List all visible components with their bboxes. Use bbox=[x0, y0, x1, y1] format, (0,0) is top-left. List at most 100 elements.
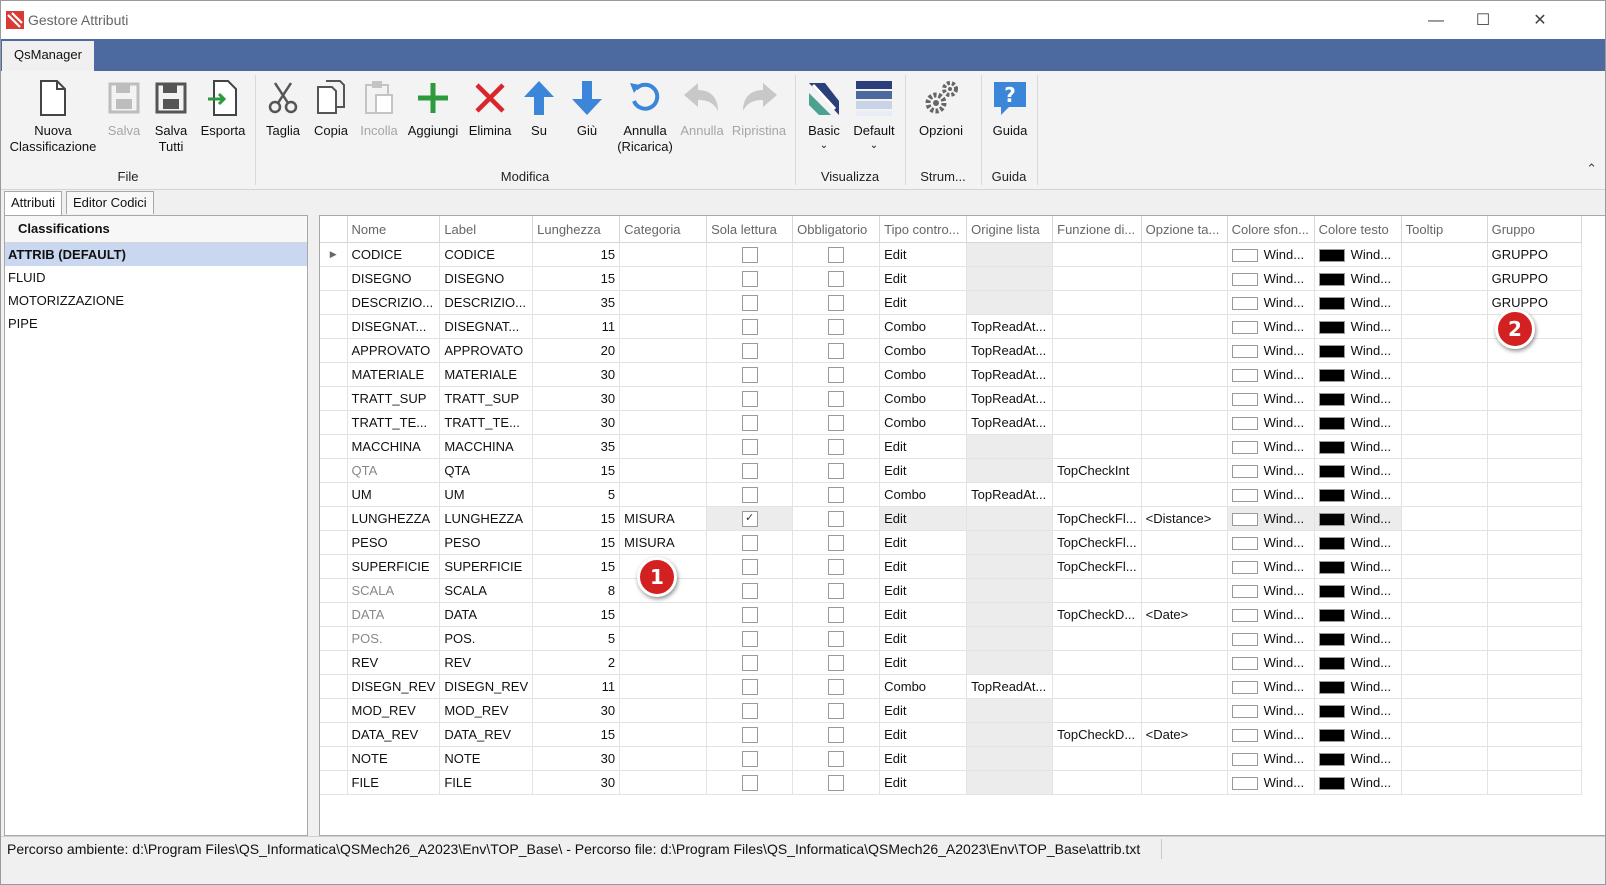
cell-categoria[interactable]: MISURA bbox=[619, 530, 708, 555]
cell-colore-testo[interactable]: Wind... bbox=[1314, 242, 1402, 267]
cell-tooltip[interactable] bbox=[1401, 242, 1488, 267]
cell-colore-testo[interactable]: Wind... bbox=[1314, 314, 1402, 339]
cell-obbligatorio[interactable] bbox=[792, 554, 881, 579]
cell-nome[interactable]: MOD_REV bbox=[347, 698, 441, 723]
table-row[interactable]: DISEGNAT... DISEGNAT... 11 Combo TopReadAt..… bbox=[320, 314, 1582, 339]
cell-nome[interactable]: TRATT_SUP bbox=[347, 386, 441, 411]
cell-sola-lettura[interactable] bbox=[706, 674, 794, 699]
cell-tipo-controllo[interactable]: Edit bbox=[879, 698, 968, 723]
cell-funzione[interactable] bbox=[1052, 626, 1142, 651]
cell-lunghezza[interactable]: 11 bbox=[532, 674, 621, 699]
cell-tipo-controllo[interactable]: Edit bbox=[879, 266, 968, 291]
cell-colore-testo[interactable]: Wind... bbox=[1314, 602, 1402, 627]
cell-colore-sfondo[interactable]: Wind... bbox=[1227, 506, 1315, 531]
cell-categoria[interactable] bbox=[619, 242, 708, 267]
cell-obbligatorio[interactable] bbox=[792, 362, 881, 387]
cell-sola-lettura[interactable] bbox=[706, 362, 794, 387]
cell-colore-testo[interactable]: Wind... bbox=[1314, 338, 1402, 363]
cell-label[interactable]: PESO bbox=[439, 530, 534, 555]
readonly-checkbox[interactable] bbox=[741, 318, 758, 335]
table-row[interactable]: MOD_REV MOD_REV 30 Edit Wind... Wind... bbox=[320, 698, 1582, 723]
table-row[interactable]: APPROVATO APPROVATO 20 Combo TopReadAt... Win… bbox=[320, 338, 1582, 363]
redo-button[interactable]: Ripristina bbox=[729, 79, 789, 139]
cell-nome[interactable]: DISEGNO bbox=[347, 266, 441, 291]
cell-lunghezza[interactable]: 15 bbox=[532, 506, 621, 531]
cell-nome[interactable]: QTA bbox=[347, 458, 441, 483]
cell-gruppo[interactable] bbox=[1487, 578, 1582, 603]
cell-obbligatorio[interactable] bbox=[792, 458, 881, 483]
cell-origine-lista[interactable] bbox=[966, 530, 1054, 555]
cell-tooltip[interactable] bbox=[1401, 650, 1488, 675]
column-header[interactable]: Categoria bbox=[619, 216, 708, 243]
cell-colore-testo[interactable]: Wind... bbox=[1314, 626, 1402, 651]
cell-gruppo[interactable] bbox=[1487, 698, 1582, 723]
cell-opzione[interactable] bbox=[1141, 674, 1228, 699]
required-checkbox[interactable] bbox=[828, 750, 845, 767]
cell-funzione[interactable] bbox=[1052, 338, 1142, 363]
required-checkbox[interactable] bbox=[828, 630, 845, 647]
column-header[interactable]: Tipo contro... bbox=[879, 216, 968, 243]
table-row[interactable]: LUNGHEZZA LUNGHEZZA 15 MISURA ✓ Edit TopCheckF… bbox=[320, 506, 1582, 531]
cell-categoria[interactable] bbox=[619, 386, 708, 411]
cell-opzione[interactable] bbox=[1141, 362, 1228, 387]
cell-gruppo[interactable]: GRUPPO bbox=[1487, 266, 1582, 291]
readonly-checkbox[interactable] bbox=[741, 702, 758, 719]
cell-gruppo[interactable] bbox=[1487, 674, 1582, 699]
cell-tipo-controllo[interactable]: Combo bbox=[879, 362, 968, 387]
readonly-checkbox[interactable] bbox=[741, 486, 758, 503]
cell-obbligatorio[interactable] bbox=[792, 506, 881, 531]
cell-colore-sfondo[interactable]: Wind... bbox=[1227, 746, 1315, 771]
classification-item[interactable]: FLUID bbox=[5, 266, 307, 289]
cell-label[interactable]: DATA_REV bbox=[439, 722, 534, 747]
readonly-checkbox[interactable] bbox=[741, 654, 758, 671]
readonly-checkbox[interactable] bbox=[741, 246, 758, 263]
cell-funzione[interactable] bbox=[1052, 434, 1142, 459]
column-header[interactable]: Opzione ta... bbox=[1141, 216, 1228, 243]
required-checkbox[interactable] bbox=[828, 534, 845, 551]
cell-tipo-controllo[interactable]: Edit bbox=[879, 530, 968, 555]
required-checkbox[interactable] bbox=[828, 774, 845, 791]
cell-categoria[interactable] bbox=[619, 290, 708, 315]
required-checkbox[interactable] bbox=[828, 510, 845, 527]
cell-tooltip[interactable] bbox=[1401, 338, 1488, 363]
cell-gruppo[interactable]: GRUPPO bbox=[1487, 242, 1582, 267]
table-row[interactable]: QTA QTA 15 Edit TopCheckInt Wind... Wind... bbox=[320, 458, 1582, 483]
readonly-checkbox[interactable] bbox=[741, 630, 758, 647]
cell-funzione[interactable]: TopCheckFl... bbox=[1052, 530, 1142, 555]
cell-obbligatorio[interactable] bbox=[792, 722, 881, 747]
cell-tooltip[interactable] bbox=[1401, 602, 1488, 627]
cell-funzione[interactable] bbox=[1052, 242, 1142, 267]
required-checkbox[interactable] bbox=[828, 654, 845, 671]
cell-colore-testo[interactable]: Wind... bbox=[1314, 554, 1402, 579]
cell-funzione[interactable]: TopCheckFl... bbox=[1052, 554, 1142, 579]
cell-lunghezza[interactable]: 5 bbox=[532, 626, 621, 651]
reload-button[interactable]: Annulla (Ricarica) bbox=[613, 79, 677, 155]
cell-tipo-controllo[interactable]: Combo bbox=[879, 386, 968, 411]
required-checkbox[interactable] bbox=[828, 390, 845, 407]
cell-label[interactable]: SCALA bbox=[439, 578, 534, 603]
column-header[interactable]: Lunghezza bbox=[532, 216, 621, 243]
cell-origine-lista[interactable]: TopReadAt... bbox=[966, 362, 1054, 387]
table-row[interactable]: MACCHINA MACCHINA 35 Edit Wind... Wind... bbox=[320, 434, 1582, 459]
cell-tooltip[interactable] bbox=[1401, 698, 1488, 723]
cell-sola-lettura[interactable] bbox=[706, 770, 794, 795]
cell-gruppo[interactable] bbox=[1487, 746, 1582, 771]
cell-label[interactable]: SUPERFICIE bbox=[439, 554, 534, 579]
cell-origine-lista[interactable]: TopReadAt... bbox=[966, 482, 1054, 507]
cell-opzione[interactable] bbox=[1141, 458, 1228, 483]
classification-item[interactable]: PIPE bbox=[5, 312, 307, 335]
cell-colore-testo[interactable]: Wind... bbox=[1314, 362, 1402, 387]
readonly-checkbox[interactable] bbox=[741, 678, 758, 695]
cell-colore-testo[interactable]: Wind... bbox=[1314, 674, 1402, 699]
undo-button[interactable]: Annulla bbox=[679, 79, 725, 139]
cell-opzione[interactable] bbox=[1141, 290, 1228, 315]
new-classification-button[interactable]: Nuova Classificazione bbox=[7, 79, 99, 155]
cell-gruppo[interactable] bbox=[1487, 650, 1582, 675]
cell-origine-lista[interactable]: TopReadAt... bbox=[966, 338, 1054, 363]
cell-funzione[interactable] bbox=[1052, 290, 1142, 315]
cell-sola-lettura[interactable] bbox=[706, 578, 794, 603]
maximize-button[interactable]: ☐ bbox=[1460, 7, 1506, 35]
cell-tooltip[interactable] bbox=[1401, 770, 1488, 795]
cell-lunghezza[interactable]: 30 bbox=[532, 746, 621, 771]
cell-nome[interactable]: TRATT_TE... bbox=[347, 410, 441, 435]
